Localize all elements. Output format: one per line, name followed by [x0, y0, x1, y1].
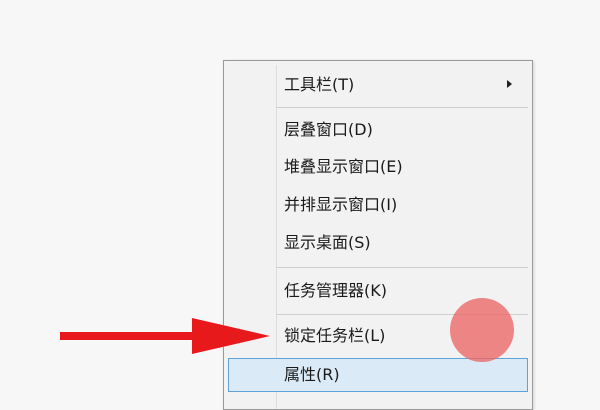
menu-separator: [276, 107, 528, 108]
menu-item-label: 锁定任务栏(L): [284, 326, 386, 345]
menu-item-label: 属性(R): [284, 365, 340, 384]
menu-item-toolbars[interactable]: 工具栏(T): [228, 68, 528, 102]
menu-item-side-by-side-windows[interactable]: 并排显示窗口(I): [228, 188, 528, 222]
menu-item-label: 任务管理器(K): [284, 281, 387, 300]
menu-item-label: 并排显示窗口(I): [284, 195, 398, 214]
menu-item-stack-windows[interactable]: 堆叠显示窗口(E): [228, 150, 528, 184]
submenu-arrow-icon: [507, 80, 512, 88]
menu-item-label: 工具栏(T): [284, 75, 355, 94]
menu-item-label: 堆叠显示窗口(E): [284, 157, 403, 176]
menu-item-label: 层叠窗口(D): [284, 120, 373, 139]
menu-item-show-desktop[interactable]: 显示桌面(S): [228, 226, 528, 260]
menu-separator: [276, 267, 528, 268]
touch-indicator-dot: [450, 298, 514, 362]
screen: { "context_menu": { "items": [ { "label"…: [0, 0, 600, 410]
red-arrow-shape: [60, 318, 270, 354]
menu-item-label: 显示桌面(S): [284, 233, 371, 252]
red-arrow-annotation-icon: [60, 318, 270, 354]
menu-item-cascade-windows[interactable]: 层叠窗口(D): [228, 113, 528, 147]
menu-item-properties[interactable]: 属性(R): [228, 358, 528, 392]
